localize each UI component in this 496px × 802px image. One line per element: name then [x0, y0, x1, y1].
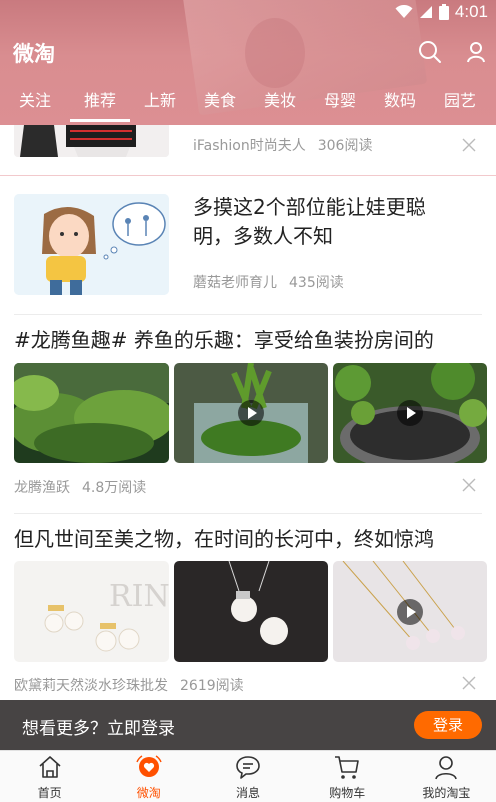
login-button[interactable]: 登录 — [414, 711, 482, 739]
card-meta: iFashion时尚夫人 306阅读 — [193, 135, 372, 155]
wifi-icon — [395, 5, 413, 18]
page-title: 微淘 — [13, 42, 55, 66]
feed-card-fashion[interactable]: iFashion时尚夫人 306阅读 — [0, 125, 496, 175]
card-reads: 306阅读 — [317, 138, 373, 154]
login-banner: 想看更多？立即登录 登录 — [0, 700, 496, 750]
card-reads: 435阅读 — [289, 275, 344, 291]
divider — [0, 175, 496, 176]
dismiss-icon[interactable] — [462, 138, 476, 152]
card-title: 但凡世间至美之物，在时间的长河中，终如惊鸿 — [14, 527, 434, 551]
bottom-nav: 首页 微淘 消息 购物车 我的淘宝 — [0, 750, 496, 802]
nav-label: 消息 — [236, 786, 261, 800]
fashion-thumbnail — [14, 125, 169, 157]
profile-icon — [435, 756, 458, 780]
divider — [14, 314, 482, 315]
pearl-thumbnail-2 — [174, 561, 328, 662]
parenting-thumbnail — [14, 194, 169, 295]
signal-icon — [419, 6, 432, 18]
header-background-portrait — [245, 18, 305, 88]
card-reads: 4.8万阅读 — [82, 480, 147, 496]
nav-weitao[interactable]: 微淘 — [99, 751, 198, 802]
card-author: 龙腾渔跃 — [14, 480, 70, 496]
video-play-icon[interactable] — [238, 400, 264, 426]
search-icon[interactable] — [418, 40, 442, 64]
card-title-line2: 明，多数人不知 — [193, 224, 333, 248]
pearl-thumbnail-3 — [333, 561, 487, 662]
card-author: 蘑菇老师育儿 — [193, 275, 277, 291]
header: 4:01 微淘 关注 推荐 上新 美食 美妆 母婴 数码 园艺 — [0, 0, 496, 125]
nav-cart[interactable]: 购物车 — [298, 751, 397, 802]
category-tabs: 关注 推荐 上新 美食 美妆 母婴 数码 园艺 — [0, 86, 496, 122]
video-play-icon[interactable] — [397, 598, 423, 625]
tab-new-arrivals[interactable]: 上新 — [130, 86, 190, 122]
card-author: iFashion时尚夫人 — [193, 138, 306, 154]
card-author: 欧黛莉天然淡水珍珠批发 — [14, 678, 168, 694]
card-reads: 2619阅读 — [180, 678, 244, 694]
nav-home[interactable]: 首页 — [0, 751, 99, 802]
card-meta: 龙腾渔跃 4.8万阅读 — [14, 477, 146, 497]
pearl-thumbnail-1: RIN — [14, 561, 169, 662]
tab-mother-baby[interactable]: 母婴 — [310, 86, 370, 122]
battery-icon — [438, 4, 449, 20]
tab-makeup[interactable]: 美妆 — [250, 86, 310, 122]
tab-gardening[interactable]: 园艺 — [430, 86, 490, 122]
home-icon — [39, 756, 61, 778]
aquarium-thumbnail-1 — [14, 363, 169, 463]
card-meta: 蘑菇老师育儿 435阅读 — [193, 272, 344, 292]
nav-label: 我的淘宝 — [422, 786, 471, 800]
tab-follow[interactable]: 关注 — [0, 86, 70, 122]
aquarium-thumbnail-2 — [174, 363, 328, 463]
nav-my-taobao[interactable]: 我的淘宝 — [397, 751, 496, 802]
weitao-heart-icon — [136, 755, 162, 777]
tab-digital[interactable]: 数码 — [370, 86, 430, 122]
message-icon — [236, 756, 260, 779]
card-title: #龙腾鱼趣# 养鱼的乐趣：享受给鱼装扮房间的 — [14, 328, 434, 352]
nav-label: 购物车 — [329, 786, 366, 800]
tab-food[interactable]: 美食 — [190, 86, 250, 122]
card-meta: 欧黛莉天然淡水珍珠批发 2619阅读 — [14, 675, 244, 695]
nav-messages[interactable]: 消息 — [198, 751, 297, 802]
aquarium-thumbnail-3 — [333, 363, 487, 463]
video-play-icon[interactable] — [397, 400, 423, 426]
user-add-icon[interactable] — [465, 40, 489, 64]
dismiss-icon[interactable] — [462, 478, 476, 492]
nav-label: 微淘 — [136, 786, 161, 800]
svg-text:RIN: RIN — [109, 579, 169, 614]
status-bar: 4:01 — [395, 0, 488, 24]
card-title-line1: 多摸这2个部位能让娃更聪 — [193, 195, 426, 219]
feed: iFashion时尚夫人 306阅读 多摸这2个部位能让娃更聪 明，多数人不知 … — [0, 125, 496, 700]
divider — [14, 513, 482, 514]
cart-icon — [335, 756, 360, 779]
tab-recommend[interactable]: 推荐 — [70, 86, 130, 122]
dismiss-icon[interactable] — [462, 676, 476, 690]
login-prompt: 想看更多？立即登录 — [22, 719, 175, 739]
nav-label: 首页 — [37, 786, 62, 800]
status-time: 4:01 — [454, 2, 488, 21]
